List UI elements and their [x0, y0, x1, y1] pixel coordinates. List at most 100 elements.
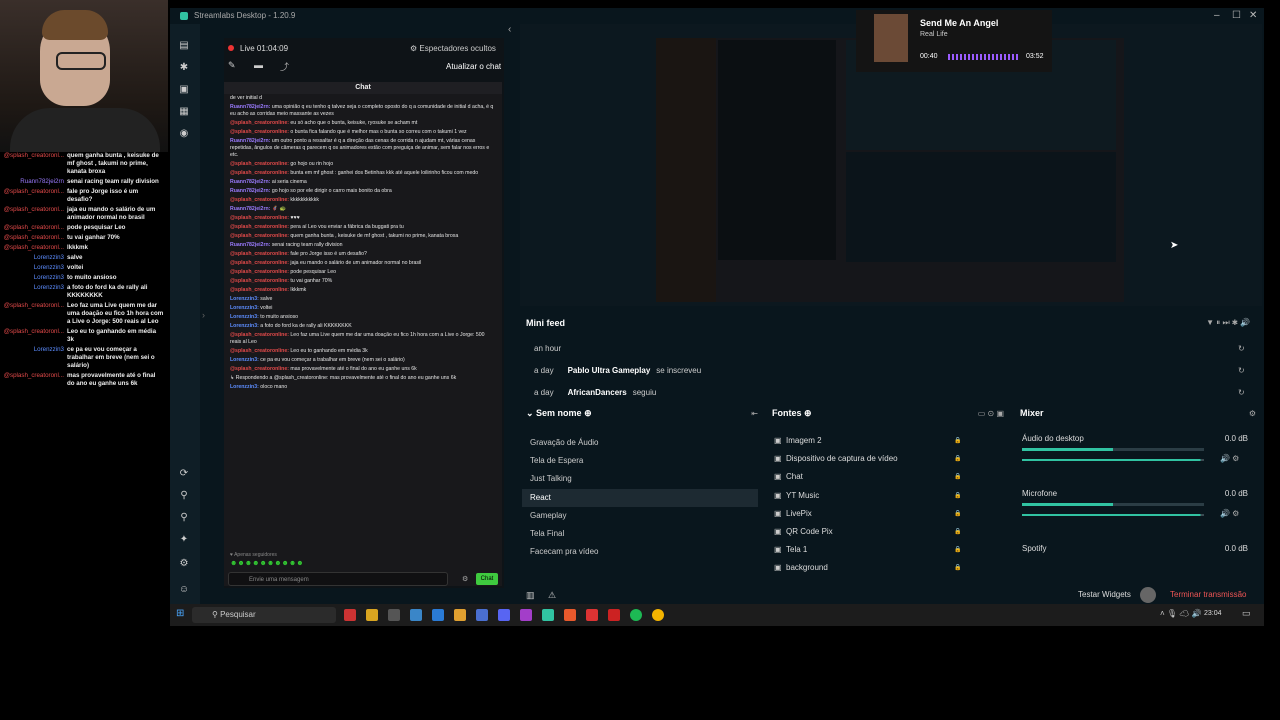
- scene-item[interactable]: Just Talking: [522, 470, 758, 488]
- notifications-icon[interactable]: ▭: [1242, 608, 1251, 619]
- chat-user[interactable]: @splash_creatoronline:: [230, 269, 289, 275]
- viewers-hidden[interactable]: ⚙ Espectadores ocultos: [410, 44, 496, 53]
- themes-icon[interactable]: ✱: [178, 62, 190, 74]
- chat-user[interactable]: @splash_creatoronline:: [230, 224, 289, 230]
- youtube-icon[interactable]: [586, 609, 598, 621]
- chat-user[interactable]: @splash_creatoronline:: [230, 251, 289, 257]
- feed-controls-icon[interactable]: ▼ ⏸ ⏭ ✱ 🔊: [1206, 318, 1250, 328]
- chat-user[interactable]: Ruann782jei2rn:: [230, 138, 270, 144]
- lock-icon[interactable]: 🔒: [954, 487, 961, 505]
- lock-icon[interactable]: 🔒: [954, 559, 961, 577]
- scene-item[interactable]: React: [522, 488, 758, 507]
- chat-user[interactable]: Lorenzzin3:: [230, 384, 259, 390]
- source-tools-icon[interactable]: ▭ ⊙ ▣: [978, 409, 1004, 418]
- lock-icon[interactable]: 🔒: [954, 505, 961, 523]
- app-icon-9[interactable]: [520, 609, 532, 621]
- emote-bar[interactable]: ☻☻☻☻☻☻☻☻☻☻: [230, 560, 304, 567]
- streamlabs-taskbar-icon[interactable]: [542, 609, 554, 621]
- chat-user[interactable]: Lorenzzin3:: [230, 305, 259, 311]
- volume-slider[interactable]: [1022, 459, 1204, 461]
- windows-start-icon[interactable]: ⊞: [176, 608, 184, 619]
- app-icon-13[interactable]: [608, 609, 620, 621]
- source-item[interactable]: ▣ Tela 1 🔒: [770, 541, 1000, 559]
- chat-user[interactable]: @splash_creatoronline:: [230, 197, 289, 203]
- chat-user[interactable]: @splash_creatoronline:: [230, 332, 289, 338]
- alerts-icon[interactable]: ⚠: [548, 590, 556, 601]
- chat-user[interactable]: @splash_creatoronline:: [230, 233, 289, 239]
- chat-user[interactable]: @splash_creatoronline:: [230, 215, 289, 221]
- mixer-controls-icon[interactable]: 🔊 ⚙: [1220, 509, 1239, 518]
- account-icon[interactable]: ☺: [178, 584, 190, 596]
- firefox-icon[interactable]: [564, 609, 576, 621]
- lock-icon[interactable]: 🔒: [954, 523, 961, 541]
- chat-input[interactable]: Envie uma mensagem: [228, 572, 448, 586]
- replay-icon[interactable]: ↻: [1238, 388, 1245, 397]
- settings-icon[interactable]: ⚙: [178, 558, 190, 570]
- steam-icon[interactable]: [410, 609, 422, 621]
- app-icon-7[interactable]: [476, 609, 488, 621]
- scene-item[interactable]: Tela de Espera: [522, 452, 758, 470]
- studio-mode-icon[interactable]: ⟳: [178, 468, 190, 480]
- stats-icon[interactable]: ▥: [526, 590, 535, 601]
- chat-user[interactable]: @splash_creatoronline:: [230, 120, 289, 126]
- app-icon-5[interactable]: [432, 609, 444, 621]
- lock-icon[interactable]: 🔒: [954, 450, 961, 468]
- chat-user[interactable]: @splash_creatoronline:: [230, 287, 289, 293]
- share-icon[interactable]: ⤴: [280, 60, 289, 73]
- source-item[interactable]: ▣ LivePix 🔒: [770, 505, 1000, 523]
- scene-item[interactable]: Gameplay: [522, 507, 758, 525]
- chat-user[interactable]: @splash_creatoronline:: [230, 348, 289, 354]
- chat-user[interactable]: @splash_creatoronline:: [230, 260, 289, 266]
- chat-user[interactable]: @splash_creatoronline:: [230, 170, 289, 176]
- source-item[interactable]: ▣ Chat 🔒: [770, 468, 1000, 486]
- lock-icon[interactable]: 🔒: [954, 432, 961, 450]
- record-button[interactable]: [1140, 587, 1156, 603]
- chat-user[interactable]: Lorenzzin3:: [230, 357, 259, 363]
- record-icon[interactable]: ◉: [178, 128, 190, 140]
- lock-icon[interactable]: 🔒: [954, 468, 961, 486]
- close-icon[interactable]: ✕: [1249, 10, 1257, 21]
- link-icon[interactable]: ⚲: [178, 490, 190, 502]
- chat-user[interactable]: @splash_creatoronline:: [230, 278, 289, 284]
- collapse-arrow-icon[interactable]: ›: [202, 310, 205, 320]
- scene-item[interactable]: Facecam pra vídeo: [522, 543, 758, 561]
- scene-transition-icon[interactable]: ⇤: [751, 409, 758, 418]
- source-item[interactable]: ▣ background 🔒: [770, 559, 1000, 577]
- scene-item[interactable]: Gravação de Áudio: [522, 434, 758, 452]
- app-icon-3[interactable]: [388, 609, 400, 621]
- chat-user[interactable]: Ruann782jei2rn:: [230, 179, 270, 185]
- source-item[interactable]: ▣ QR Code Pix 🔒: [770, 523, 1000, 541]
- save-icon[interactable]: ▬: [254, 60, 263, 70]
- refresh-chat-button[interactable]: Atualizar o chat: [446, 62, 501, 71]
- tray-icons[interactable]: ˄ 🎙 ☁ 🔊: [1160, 609, 1202, 618]
- discord-icon[interactable]: [498, 609, 510, 621]
- taskbar-search[interactable]: ⚲ Pesquisar: [192, 607, 336, 623]
- mixer-controls-icon[interactable]: 🔊 ⚙: [1220, 454, 1239, 463]
- replay-icon[interactable]: ↻: [1238, 344, 1245, 353]
- chrome-icon[interactable]: [652, 609, 664, 621]
- folder-icon[interactable]: [366, 609, 378, 621]
- collapse-left-icon[interactable]: ‹: [508, 24, 511, 35]
- help-icon[interactable]: ⚲: [178, 512, 190, 524]
- chat-user[interactable]: @splash_creatoronline:: [230, 129, 289, 135]
- minimize-icon[interactable]: –: [1214, 10, 1220, 21]
- chat-user[interactable]: Lorenzzin3:: [230, 323, 259, 329]
- editor-icon[interactable]: ▤: [178, 40, 190, 52]
- chat-user[interactable]: Ruann782jei2rn:: [230, 188, 270, 194]
- store-icon[interactable]: ▣: [178, 84, 190, 96]
- chat-user[interactable]: Lorenzzin3:: [230, 296, 259, 302]
- lock-icon[interactable]: 🔒: [954, 541, 961, 559]
- app-icon-6[interactable]: [454, 609, 466, 621]
- volume-slider[interactable]: [1022, 514, 1204, 516]
- chat-user[interactable]: Ruann782jei2rn:: [230, 206, 270, 212]
- source-item[interactable]: ▣ Imagem 2 🔒: [770, 432, 1000, 450]
- chat-user[interactable]: Lorenzzin3:: [230, 314, 259, 320]
- app-icon-1[interactable]: [344, 609, 356, 621]
- test-widgets-button[interactable]: Testar Widgets: [1078, 590, 1131, 599]
- scene-item[interactable]: Tela Final: [522, 525, 758, 543]
- chat-user[interactable]: @splash_creatoronline:: [230, 161, 289, 167]
- chat-settings-icon[interactable]: ⚙: [462, 575, 468, 583]
- end-stream-button[interactable]: Terminar transmissão: [1170, 590, 1246, 599]
- source-item[interactable]: ▣ YT Music 🔒: [770, 487, 1000, 505]
- edit-icon[interactable]: ✎: [228, 60, 236, 71]
